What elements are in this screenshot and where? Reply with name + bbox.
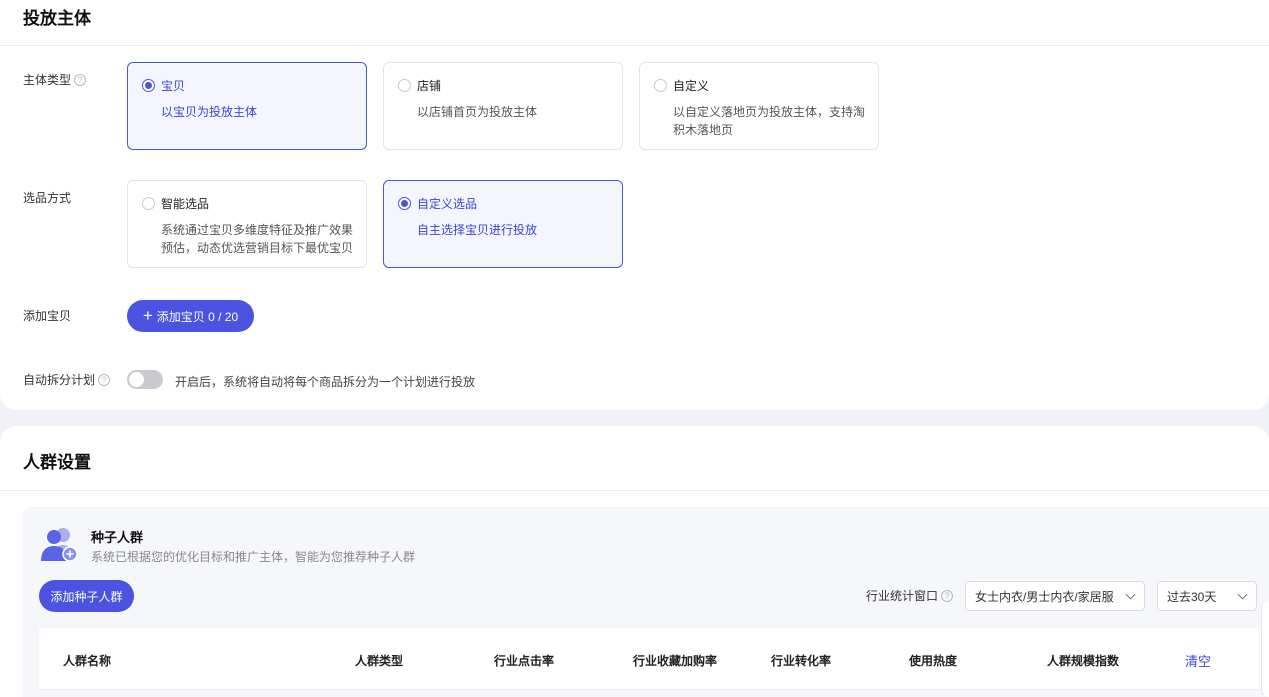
option-title: 自定义选品: [417, 197, 478, 211]
column-header-cvr: 行业转化率: [771, 654, 832, 668]
option-title: 店铺: [417, 79, 442, 93]
industry-window-label: 行业统计窗口 ?: [866, 587, 954, 604]
add-item-label: 添加宝贝: [23, 309, 72, 323]
option-title: 自定义: [673, 79, 710, 93]
column-header-type: 人群类型: [355, 654, 404, 668]
audience-group-icon: [41, 528, 78, 562]
subject-option-shop[interactable]: 店铺 以店铺首页为投放主体: [383, 62, 623, 150]
auto-split-toggle[interactable]: [127, 370, 163, 389]
radio-icon[interactable]: [654, 79, 667, 92]
column-header-scale-index: 人群规模指数: [1047, 654, 1120, 668]
chevron-down-icon: [1237, 589, 1248, 600]
radio-icon[interactable]: [142, 197, 155, 210]
radio-selected-icon[interactable]: [398, 197, 411, 210]
subject-option-custom[interactable]: 自定义 以自定义落地页为投放主体，支持淘积木落地页: [639, 62, 879, 150]
side-panel-edge: [1261, 600, 1269, 697]
add-seed-audience-button[interactable]: 添加种子人群: [39, 580, 134, 612]
auto-split-label: 自动拆分计划 ?: [23, 371, 111, 388]
divider: [0, 45, 1269, 46]
option-desc: 系统通过宝贝多维度特征及推广效果预估，动态优选营销目标下最优宝贝: [161, 223, 354, 255]
option-title: 智能选品: [161, 197, 210, 211]
section-title-audience: 人群设置: [23, 453, 91, 472]
help-icon[interactable]: ?: [941, 589, 954, 602]
period-select[interactable]: 过去30天: [1157, 581, 1257, 611]
plus-icon: +: [142, 306, 153, 325]
radio-selected-icon[interactable]: [142, 79, 155, 92]
seed-audience-title: 种子人群: [91, 530, 144, 545]
seed-audience-desc: 系统已根据您的优化目标和推广主体，智能为您推荐种子人群: [91, 550, 416, 564]
help-icon[interactable]: ?: [98, 373, 111, 386]
auto-split-hint: 开启后，系统将自动将每个商品拆分为一个计划进行投放: [175, 375, 476, 389]
industry-window-label-text: 行业统计窗口: [866, 589, 939, 603]
column-header-name: 人群名称: [63, 654, 112, 668]
subject-type-label: 主体类型 ?: [23, 71, 87, 88]
selection-mode-label: 选品方式: [23, 191, 72, 205]
option-title: 宝贝: [161, 79, 186, 93]
option-desc: 以店铺首页为投放主体: [417, 105, 538, 119]
period-select-value: 过去30天: [1167, 589, 1217, 604]
option-desc: 以自定义落地页为投放主体，支持淘积木落地页: [673, 105, 866, 137]
add-item-button-label: 添加宝贝 0 / 20: [156, 309, 239, 324]
column-header-heat: 使用热度: [909, 654, 958, 668]
help-icon[interactable]: ?: [74, 73, 87, 86]
subject-option-item[interactable]: 宝贝 以宝贝为投放主体: [127, 62, 367, 150]
column-header-fav-cart-rate: 行业收藏加购率: [633, 654, 718, 668]
radio-icon[interactable]: [398, 79, 411, 92]
subject-type-label-text: 主体类型: [23, 73, 72, 87]
option-desc: 以宝贝为投放主体: [161, 105, 258, 119]
selection-option-smart[interactable]: 智能选品 系统通过宝贝多维度特征及推广效果预估，动态优选营销目标下最优宝贝: [127, 180, 367, 268]
section-title-delivery-subject: 投放主体: [23, 9, 91, 28]
divider: [0, 490, 1269, 491]
category-select-value: 女士内衣/男士内衣/家居服: [975, 589, 1114, 604]
option-desc: 自主选择宝贝进行投放: [417, 223, 538, 237]
chevron-down-icon: [1125, 589, 1136, 600]
audience-table-header: 人群名称 人群类型 行业点击率 行业收藏加购率 行业转化率 使用热度 人群规模指…: [39, 628, 1259, 690]
clear-link[interactable]: 清空: [1185, 651, 1211, 670]
add-item-button[interactable]: + 添加宝贝 0 / 20: [127, 300, 254, 332]
selection-option-custom[interactable]: 自定义选品 自主选择宝贝进行投放: [383, 180, 623, 268]
column-header-ctr: 行业点击率: [494, 654, 555, 668]
auto-split-label-text: 自动拆分计划: [23, 373, 96, 387]
category-select[interactable]: 女士内衣/男士内衣/家居服: [965, 581, 1145, 611]
